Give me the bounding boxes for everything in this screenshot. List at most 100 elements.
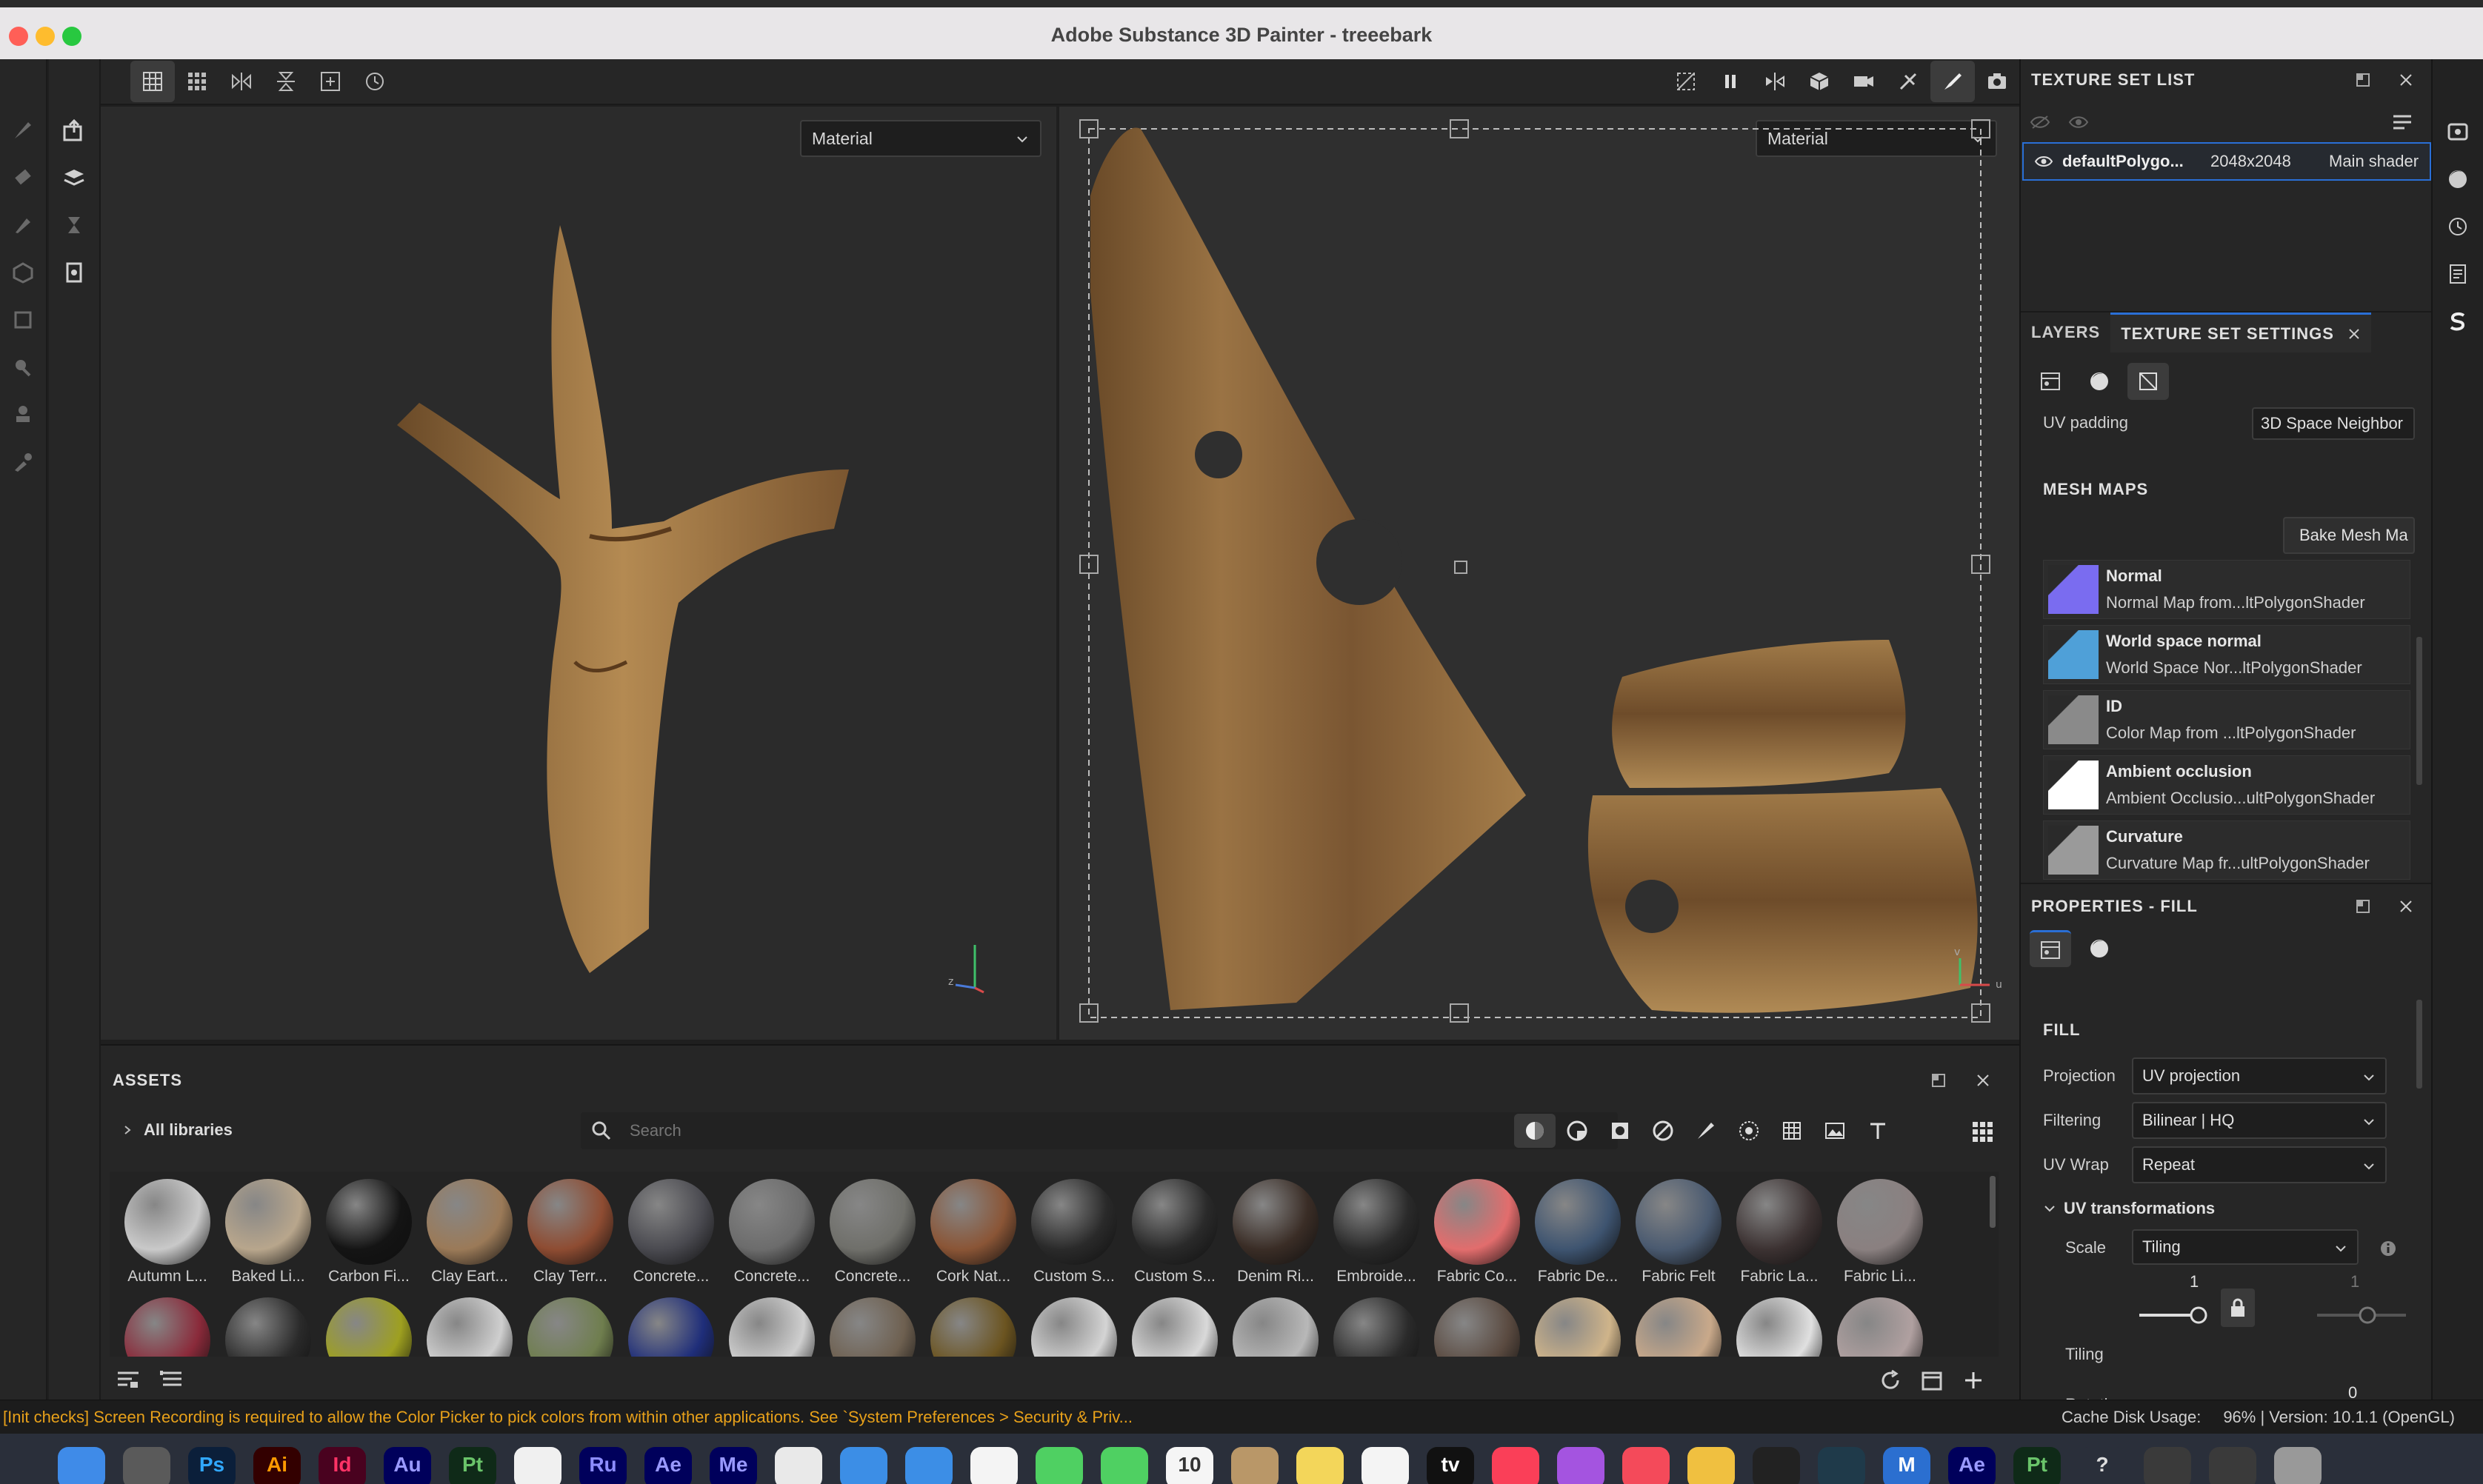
projection-select[interactable]: UV projection [2132,1057,2387,1094]
asset-thumbnail[interactable] [1535,1297,1621,1357]
subtab-shader[interactable] [2079,363,2120,400]
tab-layers[interactable]: LAYERS [2021,312,2110,352]
asset-thumbnail[interactable] [326,1297,412,1357]
close-icon[interactable] [2347,327,2361,341]
dock-app-icon[interactable] [1753,1447,1800,1484]
display-settings-button[interactable] [2437,111,2479,153]
asset-thumbnail[interactable] [427,1179,513,1265]
asset-thumbnail[interactable] [1736,1297,1822,1357]
grid-dots-button[interactable] [175,61,219,102]
filter-particles-button[interactable] [1727,1114,1770,1148]
filtering-select[interactable]: Bilinear | HQ [2132,1102,2387,1139]
paint-mode-button[interactable] [1930,61,1975,102]
asset-thumbnail[interactable] [527,1179,613,1265]
undock-icon[interactable] [2356,73,2370,87]
dock-app-icon[interactable] [1492,1447,1539,1484]
asset-thumbnail[interactable] [427,1297,513,1357]
uv-transformations-toggle[interactable]: UV transformations [2043,1194,2215,1223]
asset-thumbnail[interactable] [1837,1179,1923,1265]
document-button[interactable] [53,252,95,293]
hourglass-button[interactable] [53,204,95,246]
subtab-fill-material[interactable] [2079,930,2120,967]
new-window-icon[interactable] [1920,1368,1944,1392]
properties-scrollbar[interactable] [2415,1000,2424,1089]
filter-generators-button[interactable] [1642,1114,1684,1148]
asset-thumbnail[interactable] [930,1179,1016,1265]
tab-texture-set-settings[interactable]: TEXTURE SET SETTINGS [2110,312,2371,352]
filter-fonts-button[interactable] [1856,1114,1899,1148]
mirror-x-button[interactable] [219,61,264,102]
asset-scrollbar[interactable] [1988,1176,1997,1228]
asset-thumbnail[interactable] [1233,1297,1319,1357]
history-button[interactable] [353,61,397,102]
asset-thumbnail[interactable] [628,1179,714,1265]
undock-icon[interactable] [1930,1072,1947,1089]
hide-icon[interactable] [2030,113,2050,131]
asset-thumbnail[interactable] [1434,1179,1520,1265]
asset-thumbnail[interactable] [527,1297,613,1357]
list-filter-icon[interactable] [116,1368,141,1391]
dock-app-icon[interactable]: Pt [2013,1447,2061,1484]
geometry-fill-tool[interactable] [2,252,44,293]
dock-app-icon[interactable]: Ae [644,1447,692,1484]
dock-app-icon[interactable] [1036,1447,1083,1484]
asset-thumbnail[interactable] [830,1297,916,1357]
dock-app-icon[interactable]: Ae [1948,1447,1996,1484]
frame-add-button[interactable] [308,61,353,102]
asset-thumbnail[interactable] [1132,1179,1218,1265]
undock-icon[interactable] [2356,899,2370,914]
display-3d-button[interactable] [1797,61,1842,102]
grid-select-button[interactable] [130,61,175,102]
asset-thumbnail[interactable] [1333,1179,1419,1265]
close-icon[interactable] [1975,1072,1991,1089]
dock-app-icon[interactable] [1101,1447,1148,1484]
info-icon[interactable] [2379,1240,2397,1257]
dock-app-icon[interactable] [1231,1447,1279,1484]
asset-thumbnail[interactable] [1031,1179,1117,1265]
asset-thumbnail[interactable] [1132,1297,1218,1357]
dock-app-icon[interactable]: Me [710,1447,757,1484]
export-button[interactable] [53,110,95,151]
filter-brushes-button[interactable] [1684,1114,1727,1148]
polygon-fill-tool[interactable] [2,299,44,341]
asset-thumbnail[interactable] [1233,1179,1319,1265]
mesh-map-item[interactable]: Ambient occlusion Ambient Occlusio...ultP… [2043,755,2410,815]
projection-tool[interactable] [2,204,44,246]
eye-icon[interactable] [2068,113,2089,131]
smudge-tool[interactable] [2,347,44,388]
clone-tool[interactable] [2,394,44,435]
mesh-map-item[interactable]: World space normal World Space Nor...ltPo… [2043,625,2410,684]
viewport-2d[interactable]: Material v u [1059,107,2019,1040]
asset-thumbnail[interactable] [1636,1297,1722,1357]
asset-thumbnail[interactable] [729,1179,815,1265]
asset-thumbnail[interactable] [225,1297,311,1357]
mesh-maps-scrollbar[interactable] [2415,637,2424,785]
asset-thumbnail[interactable] [124,1297,210,1357]
subtab-uv[interactable] [2127,363,2169,400]
asset-thumbnail[interactable] [1636,1179,1722,1265]
subtab-fill-settings[interactable] [2030,930,2071,967]
add-icon[interactable] [1962,1368,1985,1392]
dock-app-icon[interactable]: Id [319,1447,366,1484]
pause-button[interactable] [1708,61,1753,102]
bake-button[interactable] [53,157,95,198]
dock-app-icon[interactable] [123,1447,170,1484]
dock-app-icon[interactable] [1622,1447,1670,1484]
dock-app-icon[interactable] [1296,1447,1344,1484]
asset-thumbnail[interactable] [1031,1297,1117,1357]
collapse-list-icon[interactable] [159,1368,184,1391]
dock-app-icon[interactable] [1362,1447,1409,1484]
split-view-button[interactable] [1753,61,1797,102]
screenshot-button[interactable] [1975,61,2019,102]
hide-grid-button[interactable] [1664,61,1708,102]
asset-thumbnail[interactable] [930,1297,1016,1357]
iray-render-button[interactable] [1886,61,1930,102]
asset-thumbnail[interactable] [729,1297,815,1357]
paint-brush-tool[interactable] [2,110,44,151]
dock-app-icon[interactable]: M [1883,1447,1930,1484]
camera-button[interactable] [1842,61,1886,102]
close-icon[interactable] [2399,899,2413,914]
dock-app-icon[interactable]: Ps [188,1447,236,1484]
dock-app-icon[interactable]: 10 [1166,1447,1213,1484]
filter-masks-button[interactable] [1599,1114,1642,1148]
